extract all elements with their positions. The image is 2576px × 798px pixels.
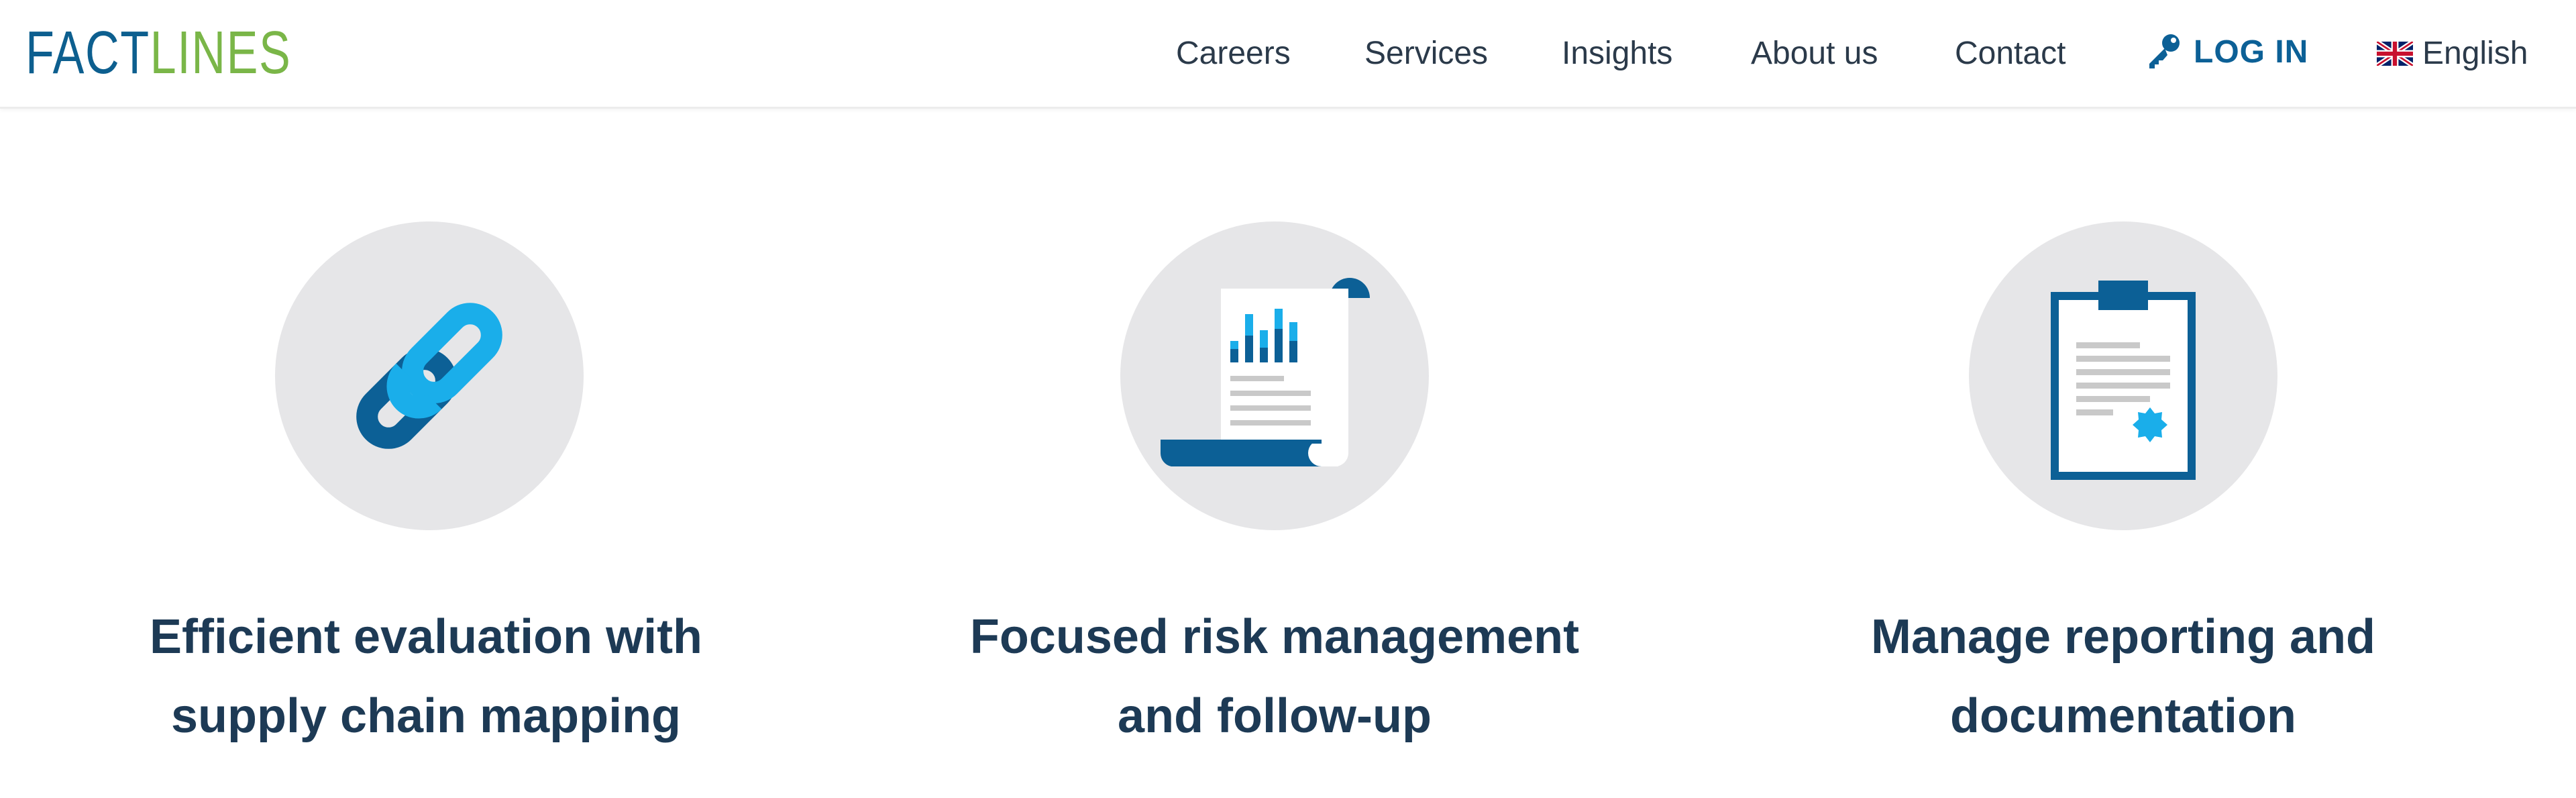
feature-title-line1: Efficient evaluation with	[149, 610, 703, 664]
uk-flag-icon	[2375, 40, 2414, 69]
feature-icon-circle	[1969, 221, 2277, 530]
nav-item-about-us[interactable]: About us	[1751, 35, 1878, 72]
login-label: LOG IN	[2194, 34, 2309, 70]
feature-icon-circle	[1120, 221, 1429, 530]
feature-title-line2: and follow-up	[1118, 689, 1432, 743]
feature-title-line2: documentation	[1950, 689, 2296, 743]
feature-title: Manage reporting and documentation	[1754, 597, 2492, 756]
clipboard-icon	[2051, 281, 2196, 480]
nav-item-services[interactable]: Services	[1364, 35, 1488, 72]
nav-item-contact[interactable]: Contact	[1955, 35, 2065, 72]
factlines-logo[interactable]: FACTLINES	[25, 23, 291, 83]
logo-lines: LINES	[150, 19, 292, 87]
logo-fact: FACT	[25, 19, 150, 87]
report-scroll-icon	[1160, 278, 1370, 466]
feature-title: Efficient evaluation with supply chain m…	[57, 597, 795, 756]
feature-title-line1: Manage reporting and	[1870, 610, 2376, 664]
nav-item-careers[interactable]: Careers	[1176, 35, 1291, 72]
feature-title-line1: Focused risk management	[969, 610, 1580, 664]
language-label: English	[2422, 36, 2528, 71]
site-header: FACTLINES Careers Services Insights Abou…	[0, 0, 2576, 109]
feature-title-line2: supply chain mapping	[170, 689, 682, 743]
feature-icon-circle	[275, 221, 584, 530]
key-icon	[2144, 31, 2184, 74]
feature-title: Focused risk management and follow-up	[906, 597, 1644, 756]
chain-link-icon	[356, 303, 502, 449]
nav-item-insights[interactable]: Insights	[1562, 35, 1672, 72]
